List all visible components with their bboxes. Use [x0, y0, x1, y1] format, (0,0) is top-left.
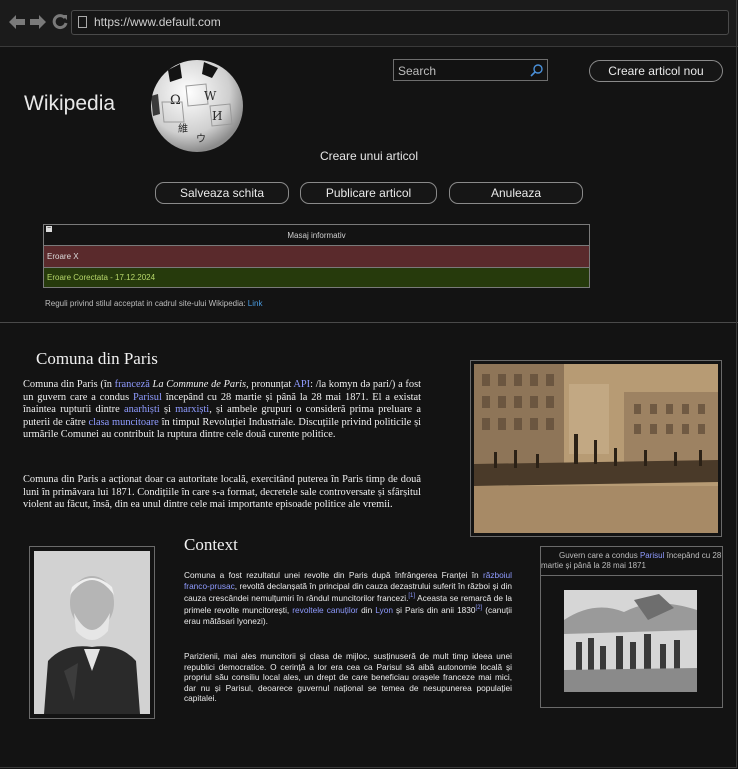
article-title: Comuna din Paris [36, 349, 158, 368]
barricade-photo-frame [470, 360, 722, 537]
engraving-image[interactable] [564, 590, 697, 692]
link-api[interactable]: API [293, 379, 310, 390]
error-message: Eroare X [44, 246, 589, 268]
url-text: https://www.default.com [94, 15, 221, 29]
back-arrow-icon[interactable] [7, 12, 27, 32]
link-revoltele-canutilor[interactable]: revoltele canuților [292, 605, 358, 615]
cancel-button[interactable]: Anuleaza [449, 182, 583, 204]
page-icon [78, 16, 87, 28]
style-rules-text: Reguli privind stilul acceptat in cadrul… [45, 299, 246, 308]
logo-glyph: 維 [178, 122, 188, 135]
logo-glyph: Ω [170, 93, 181, 108]
text-run: din [358, 605, 376, 616]
site-title[interactable]: Wikipedia [24, 92, 115, 116]
link-marxisti[interactable]: marxiști [175, 404, 209, 415]
message-box-header: − Masaj informativ [44, 225, 589, 246]
logo-glyph: W [204, 89, 217, 103]
address-bar[interactable]: https://www.default.com [71, 10, 729, 35]
forward-arrow-icon[interactable] [28, 12, 48, 32]
link-lyon[interactable]: Lyon [375, 605, 393, 615]
infobox-caption: Guvern care a condus Parisul începând cu… [541, 551, 722, 570]
context-paragraph-1: Comuna a fost rezultatul unei revolte di… [184, 570, 512, 626]
publish-article-button[interactable]: Publicare articol [300, 182, 437, 204]
context-heading: Context [184, 535, 238, 554]
link-anarhisti[interactable]: anarhiști [124, 404, 160, 415]
message-box-title: Masaj informativ [287, 231, 346, 240]
page-subtitle: Creare unui articol [319, 149, 419, 163]
infobox-divider [541, 575, 722, 576]
search-box[interactable] [393, 59, 548, 81]
link-franceza[interactable]: franceză [115, 379, 150, 390]
save-draft-button[interactable]: Salveaza schita [155, 182, 289, 204]
text-run: , pronunțat [246, 379, 294, 390]
portrait-frame [29, 546, 155, 719]
error-message-text: Eroare X [47, 252, 79, 261]
infobox: Guvern care a condus Parisul începând cu… [540, 546, 723, 708]
intro-paragraph-1: Comuna din Paris (în franceză La Commune… [23, 379, 421, 442]
logo-glyph: И [212, 109, 222, 123]
link-parisul[interactable]: Parisul [133, 392, 162, 403]
link-parisul-caption[interactable]: Parisul [640, 551, 664, 560]
text-run: și [159, 404, 176, 415]
wikipedia-globe-logo[interactable]: Ω W И 維 ウ [148, 56, 246, 152]
header-divider [0, 322, 738, 323]
style-rules-link[interactable]: Link [248, 299, 263, 308]
create-article-button[interactable]: Creare articol nou [589, 60, 723, 82]
logo-glyph: ウ [196, 133, 206, 145]
info-message-box: − Masaj informativ Eroare X Eroare Corec… [43, 224, 590, 288]
text-run: Comuna din Paris (în [23, 379, 115, 390]
portrait-photo[interactable] [34, 551, 150, 714]
text-run: Comuna a fost rezultatul unei revolte di… [184, 570, 483, 580]
link-clasa-muncitoare[interactable]: clasa muncitoare [89, 417, 159, 428]
reload-icon[interactable] [50, 12, 70, 32]
browser-toolbar: https://www.default.com [0, 0, 738, 47]
search-input[interactable] [396, 62, 530, 80]
intro-paragraph-2: Comuna din Paris a acționat doar ca auto… [23, 474, 421, 510]
text-run: Guvern care a condus [559, 551, 640, 560]
context-paragraph-2: Parizienii, mai ales muncitorii și clasa… [184, 651, 512, 703]
success-message-text: Eroare Corectata - 17.12.2024 [47, 273, 156, 282]
search-icon[interactable] [530, 63, 544, 82]
success-message: Eroare Corectata - 17.12.2024 [44, 268, 589, 287]
text-run-italic: La Commune de Paris [152, 379, 247, 390]
style-rules-note: Reguli privind stilul acceptat in cadrul… [45, 299, 262, 308]
barricade-photo[interactable] [474, 364, 718, 533]
text-run: și Paris din anii 1830 [392, 605, 476, 616]
